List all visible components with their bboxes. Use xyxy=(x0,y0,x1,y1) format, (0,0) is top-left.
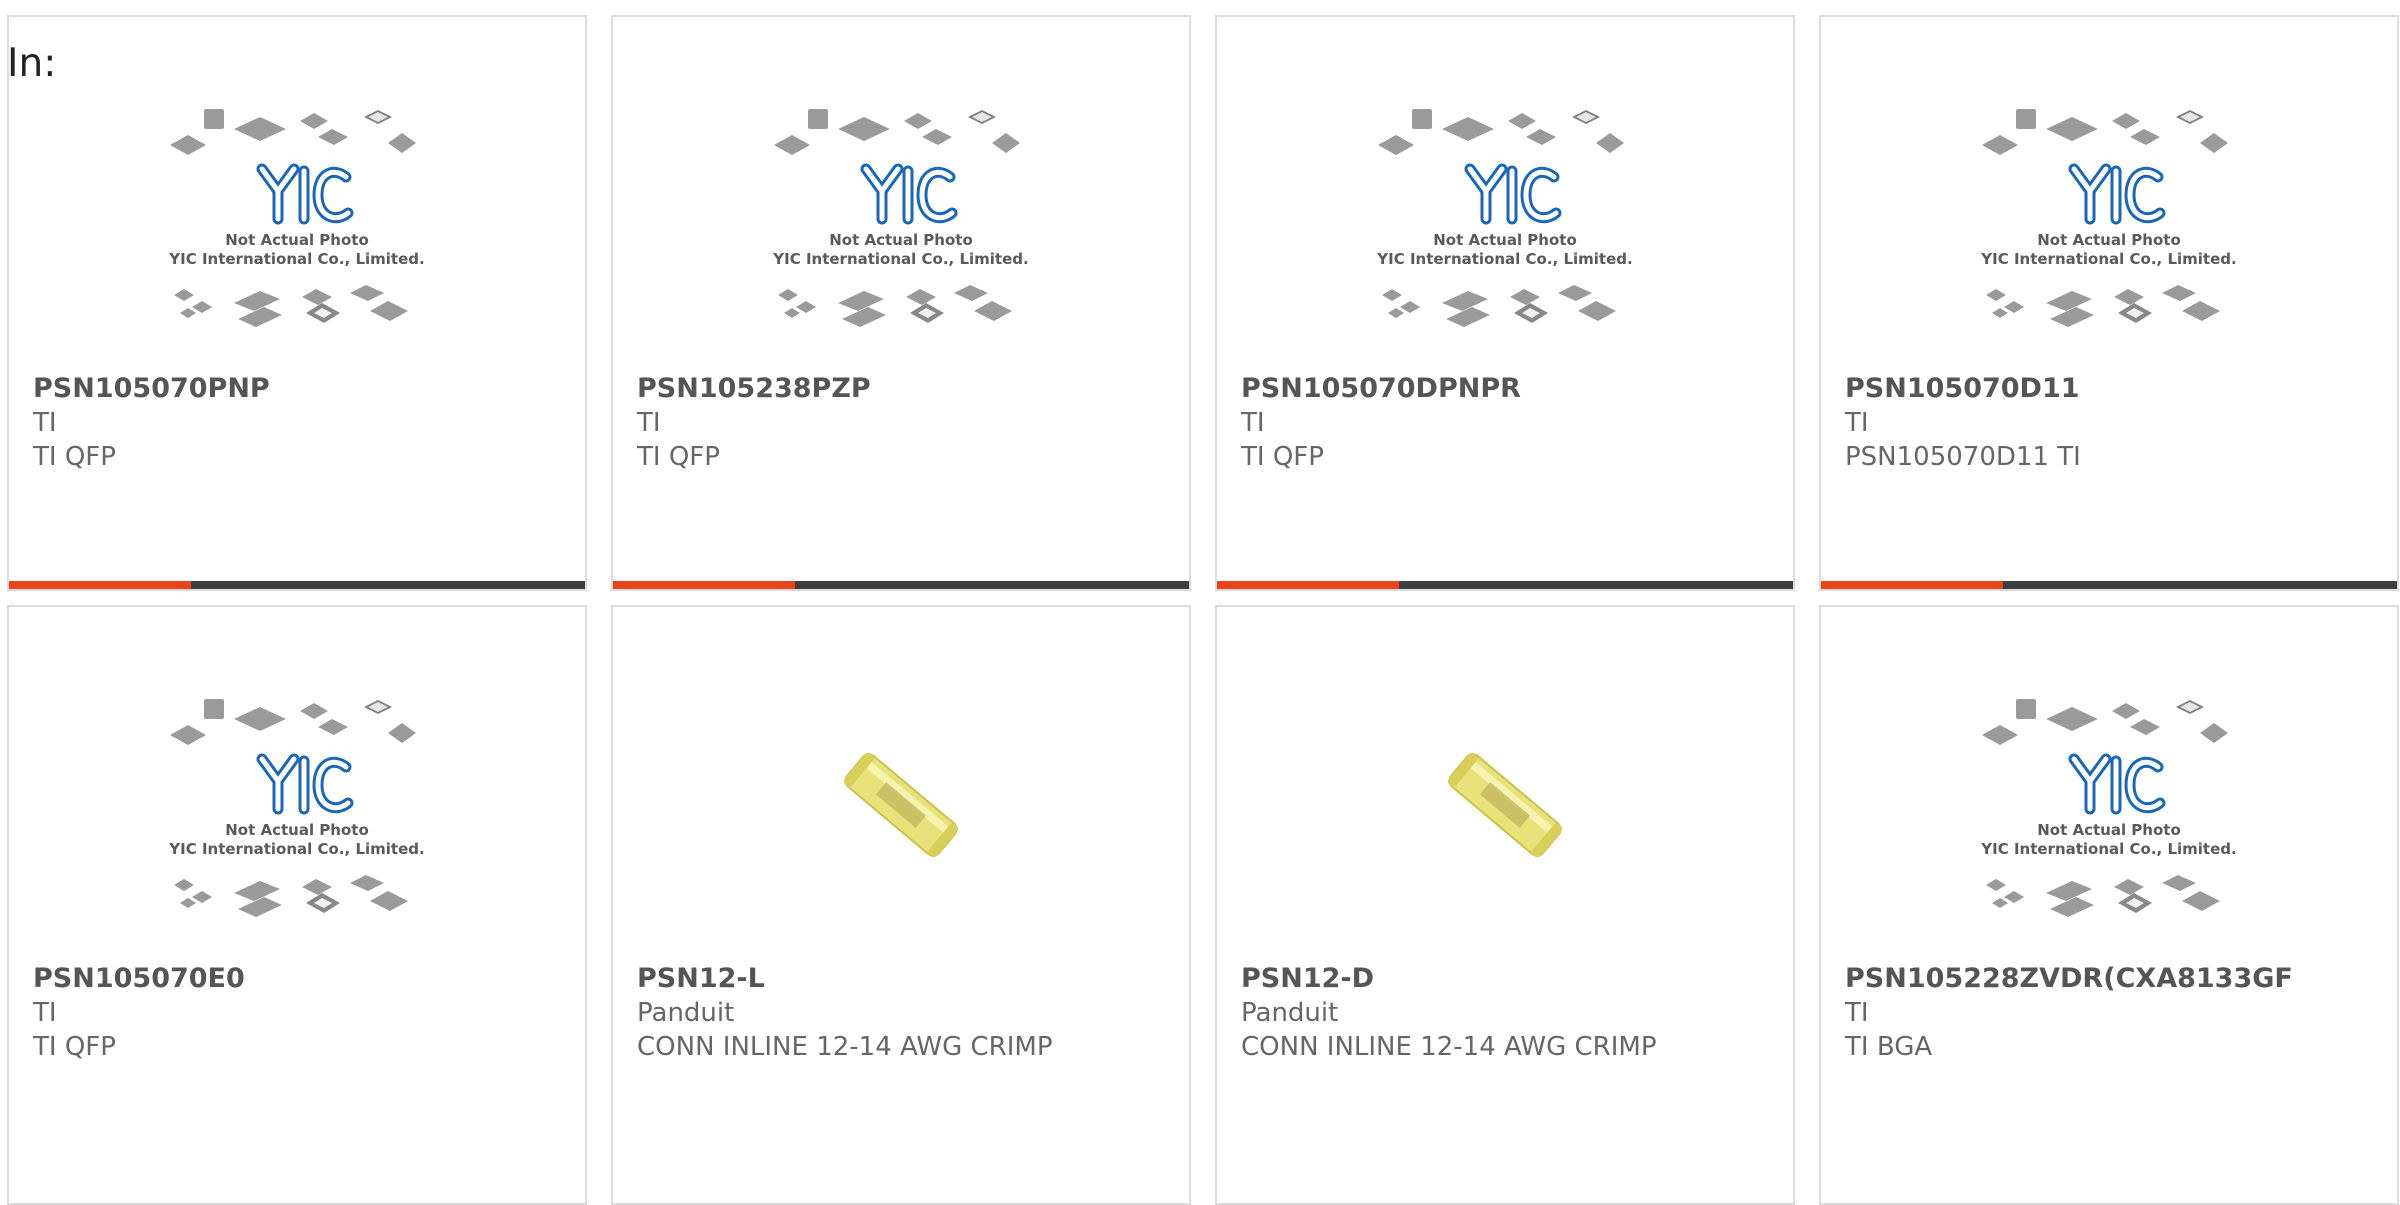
manufacturer: TI xyxy=(33,998,57,1028)
svg-text:Not Actual Photo: Not Actual Photo xyxy=(829,231,973,249)
product-info: PSN105070DPNPR TI TI QFP xyxy=(1241,372,1783,474)
card-bottom-bar xyxy=(1217,581,1793,589)
manufacturer: Panduit xyxy=(637,998,735,1028)
crimp-connector-icon[interactable] xyxy=(1217,697,1793,957)
svg-text:Not Actual Photo: Not Actual Photo xyxy=(2037,821,2181,839)
placeholder-icon[interactable]: Not Actual Photo YIC International Co., … xyxy=(9,107,585,367)
manufacturer: Panduit xyxy=(1241,998,1339,1028)
part-number-link[interactable]: PSN105228ZVDR(CXA8133GF xyxy=(1845,962,2387,996)
card-bottom-bar xyxy=(1821,581,2397,589)
card-bar-accent xyxy=(9,581,191,589)
placeholder-icon[interactable]: Not Actual Photo YIC International Co., … xyxy=(1821,697,2397,957)
product-info: PSN105070D11 TI PSN105070D11 TI xyxy=(1845,372,2387,474)
placeholder-icon[interactable]: Not Actual Photo YIC International Co., … xyxy=(613,107,1189,367)
description: CONN INLINE 12-14 AWG CRIMP xyxy=(1241,1032,1657,1062)
description: TI QFP xyxy=(33,442,116,472)
placeholder-image: Not Actual Photo YIC International Co., … xyxy=(1980,699,2237,917)
description: TI QFP xyxy=(1241,442,1324,472)
manufacturer: TI xyxy=(33,408,57,438)
card-bar-accent xyxy=(1217,581,1399,589)
product-info: PSN105070E0 TI TI QFP xyxy=(33,962,575,1064)
product-card[interactable]: PSN12-L Panduit CONN INLINE 12-14 AWG CRIM… xyxy=(611,605,1191,1205)
manufacturer: TI xyxy=(1241,408,1265,438)
placeholder-icon[interactable]: Not Actual Photo YIC International Co., … xyxy=(1217,107,1793,367)
product-info: PSN105228ZVDR(CXA8133GF TI TI BGA xyxy=(1845,962,2387,1064)
manufacturer: TI xyxy=(1845,408,1869,438)
product-info: PSN12-D Panduit CONN INLINE 12-14 AWG CRIM… xyxy=(1241,962,1783,1064)
svg-text:YIC International Co., Limited: YIC International Co., Limited. xyxy=(1980,840,2236,858)
product-info: PSN105070PNP TI TI QFP xyxy=(33,372,575,474)
part-number-link[interactable]: PSN12-L xyxy=(637,962,1179,996)
part-number-link[interactable]: PSN105238PZP xyxy=(637,372,1179,406)
product-info: PSN105238PZP TI TI QFP xyxy=(637,372,1179,474)
svg-text:YIC International Co., Limited: YIC International Co., Limited. xyxy=(1376,250,1632,268)
part-number-link[interactable]: PSN12-D xyxy=(1241,962,1783,996)
placeholder-icon[interactable]: Not Actual Photo YIC International Co., … xyxy=(9,697,585,957)
card-bottom-bar xyxy=(9,581,585,589)
manufacturer: TI xyxy=(637,408,661,438)
svg-text:Not Actual Photo: Not Actual Photo xyxy=(1433,231,1577,249)
product-card[interactable]: PSN12-D Panduit CONN INLINE 12-14 AWG CRIM… xyxy=(1215,605,1795,1205)
svg-text:Not Actual Photo: Not Actual Photo xyxy=(225,231,369,249)
svg-text:Not Actual Photo: Not Actual Photo xyxy=(2037,231,2181,249)
product-card[interactable]: Not Actual Photo YIC International Co., … xyxy=(7,15,587,591)
crimp-connector-icon[interactable] xyxy=(613,697,1189,957)
part-number-link[interactable]: PSN105070E0 xyxy=(33,962,575,996)
manufacturer: TI xyxy=(1845,998,1869,1028)
svg-text:YIC International Co., Limited: YIC International Co., Limited. xyxy=(168,250,424,268)
crimp-connector-image xyxy=(843,752,959,858)
placeholder-image: Not Actual Photo YIC International Co., … xyxy=(168,109,425,327)
description: PSN105070D11 TI xyxy=(1845,442,2081,472)
placeholder-image: Not Actual Photo YIC International Co., … xyxy=(1376,109,1633,327)
crimp-connector-image xyxy=(1447,752,1563,858)
description: TI BGA xyxy=(1845,1032,1933,1062)
card-bottom-bar xyxy=(613,581,1189,589)
card-bar-accent xyxy=(1821,581,2003,589)
in-label: In: xyxy=(7,41,57,86)
product-card[interactable]: Not Actual Photo YIC International Co., … xyxy=(1215,15,1795,591)
description: TI QFP xyxy=(33,1032,116,1062)
card-bar-accent xyxy=(613,581,795,589)
part-number-link[interactable]: PSN105070D11 xyxy=(1845,372,2387,406)
product-info: PSN12-L Panduit CONN INLINE 12-14 AWG CRIM… xyxy=(637,962,1179,1064)
svg-text:YIC International Co., Limited: YIC International Co., Limited. xyxy=(772,250,1028,268)
placeholder-image: Not Actual Photo YIC International Co., … xyxy=(772,109,1029,327)
part-number-link[interactable]: PSN105070DPNPR xyxy=(1241,372,1783,406)
placeholder-icon[interactable]: Not Actual Photo YIC International Co., … xyxy=(1821,107,2397,367)
svg-text:YIC International Co., Limited: YIC International Co., Limited. xyxy=(168,840,424,858)
product-card[interactable]: Not Actual Photo YIC International Co., … xyxy=(611,15,1191,591)
product-card[interactable]: Not Actual Photo YIC International Co., … xyxy=(7,605,587,1205)
placeholder-image: Not Actual Photo YIC International Co., … xyxy=(1980,109,2237,327)
description: TI QFP xyxy=(637,442,720,472)
description: CONN INLINE 12-14 AWG CRIMP xyxy=(637,1032,1053,1062)
part-number-link[interactable]: PSN105070PNP xyxy=(33,372,575,406)
placeholder-image: Not Actual Photo YIC International Co., … xyxy=(168,699,425,917)
product-card[interactable]: Not Actual Photo YIC International Co., … xyxy=(1819,605,2399,1205)
product-card[interactable]: Not Actual Photo YIC International Co., … xyxy=(1819,15,2399,591)
svg-text:Not Actual Photo: Not Actual Photo xyxy=(225,821,369,839)
svg-text:YIC International Co., Limited: YIC International Co., Limited. xyxy=(1980,250,2236,268)
